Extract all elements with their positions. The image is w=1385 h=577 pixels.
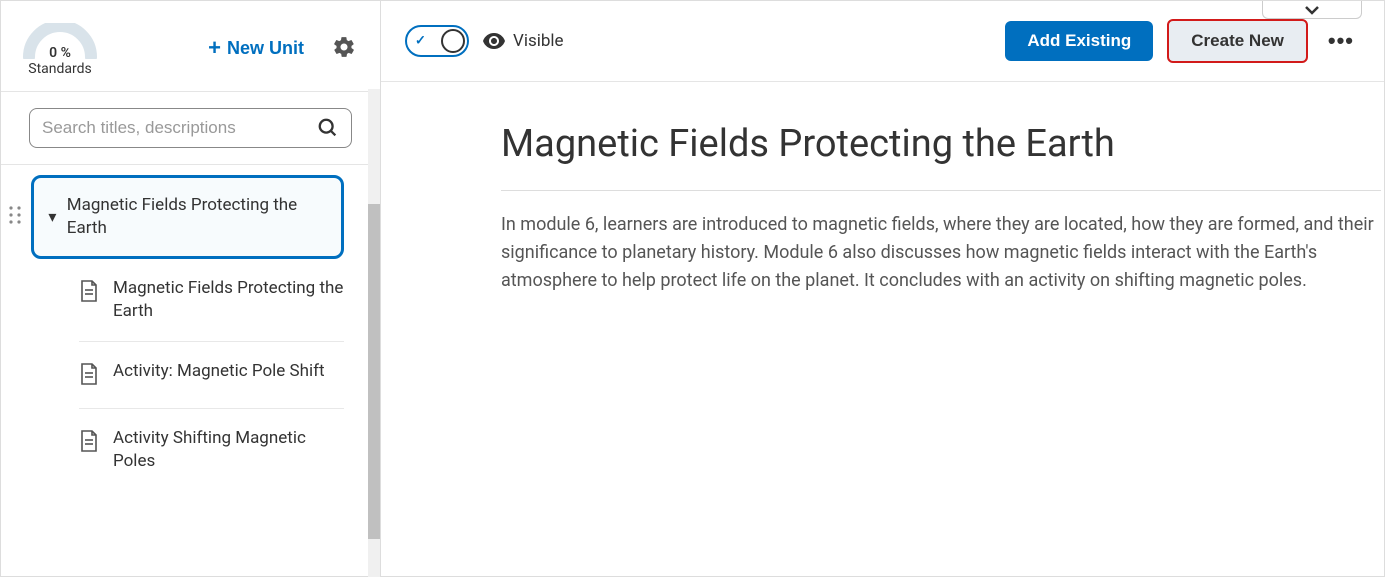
list-item[interactable]: Magnetic Fields Protecting the Earth [79,259,344,342]
chevron-down-icon [1303,4,1321,16]
gauge-icon [21,23,99,59]
unit-title: Magnetic Fields Protecting the Earth [67,194,327,240]
document-icon [79,279,99,307]
search-icon [317,117,339,139]
sidebar: 0 % Standards + New Unit [1,1,381,576]
visibility-label: Visible [513,31,564,51]
create-new-button[interactable]: Create New [1167,19,1308,63]
gear-icon [332,35,356,59]
more-options-button[interactable]: ••• [1322,24,1360,58]
toolbar: ✓ Visible Add Existing Create New ••• [381,1,1384,82]
visibility-toggle[interactable]: ✓ [405,25,469,57]
search-input[interactable] [42,118,309,138]
add-existing-button[interactable]: Add Existing [1005,21,1153,61]
drag-handle-icon[interactable] [8,205,22,229]
list-item[interactable]: Activity: Magnetic Pole Shift [79,342,344,409]
child-title: Magnetic Fields Protecting the Earth [113,277,344,323]
search-container [1,92,380,165]
new-unit-label: New Unit [227,38,304,59]
visibility-status: Visible [483,31,564,51]
plus-icon: + [208,35,221,61]
child-title: Activity Shifting Magnetic Poles [113,427,344,473]
check-icon: ✓ [415,34,426,49]
collapse-tab[interactable] [1262,1,1362,19]
search-box[interactable] [29,108,352,148]
page-description: In module 6, learners are introduced to … [501,211,1381,295]
new-unit-button[interactable]: + New Unit [208,35,304,61]
document-icon [79,362,99,390]
main-content: ✓ Visible Add Existing Create New ••• Ma… [381,1,1384,576]
sidebar-top-bar: 0 % Standards + New Unit [1,1,380,92]
child-list: Magnetic Fields Protecting the Earth Act… [1,259,350,491]
toggle-knob [441,29,465,53]
eye-icon [483,33,505,49]
standards-widget[interactable]: 0 % Standards [21,19,99,77]
scrollbar-thumb[interactable] [368,204,380,539]
list-item[interactable]: Activity Shifting Magnetic Poles [79,409,344,491]
content-body: Magnetic Fields Protecting the Earth In … [501,82,1381,295]
app-root: 0 % Standards + New Unit [1,1,1384,576]
child-title: Activity: Magnetic Pole Shift [113,360,325,383]
document-icon [79,429,99,457]
scrollbar[interactable] [368,89,380,577]
unit-row-selected[interactable]: ▾ Magnetic Fields Protecting the Earth [31,175,344,259]
page-title: Magnetic Fields Protecting the Earth [501,122,1381,191]
ellipsis-icon: ••• [1328,28,1354,53]
settings-button[interactable] [328,31,360,66]
caret-down-icon[interactable]: ▾ [44,207,61,226]
unit-tree: ▾ Magnetic Fields Protecting the Earth [1,165,380,576]
standards-label: Standards [28,61,92,77]
